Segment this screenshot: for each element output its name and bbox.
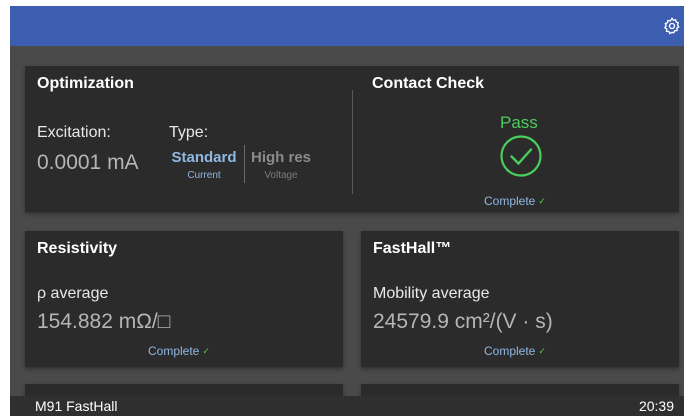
check-circle-icon — [500, 135, 542, 177]
fasthall-status-text: Complete — [484, 344, 536, 358]
contact-check-status: Complete ✓ — [484, 194, 546, 208]
resistivity-status: Complete ✓ — [148, 344, 210, 358]
clock: 20:39 — [638, 398, 674, 414]
contact-check-result: Pass — [500, 113, 538, 132]
type-option-highres-sub: Voltage — [264, 170, 298, 181]
gear-icon[interactable] — [662, 16, 682, 36]
resistivity-value: 154.882 mΩ/□ — [37, 310, 171, 333]
resistivity-title: Resistivity — [37, 240, 118, 257]
fasthall-value: 24579.9 cm²/(V · s) — [373, 310, 553, 333]
type-label: Type: — [169, 124, 209, 141]
fasthall-label: Mobility average — [373, 285, 490, 302]
optimization-card[interactable]: Optimization Excitation: 0.0001 mA Type:… — [25, 66, 679, 212]
check-icon: ✓ — [538, 346, 546, 356]
check-icon: ✓ — [538, 196, 546, 206]
type-option-standard[interactable]: Standard Current — [166, 149, 242, 181]
top-bar — [10, 6, 684, 46]
type-separator — [244, 145, 245, 183]
contact-check-title: Contact Check — [372, 75, 485, 92]
card-divider — [352, 90, 353, 194]
type-option-standard-sub: Current — [187, 170, 221, 181]
resistivity-card[interactable]: Resistivity ρ average 154.882 mΩ/□ Compl… — [25, 231, 343, 367]
resistivity-label: ρ average — [37, 285, 109, 302]
type-option-standard-label: Standard — [171, 149, 237, 166]
status-bar: M91 FastHall 20:39 — [10, 396, 684, 416]
contact-check-status-text: Complete — [484, 194, 536, 208]
check-icon: ✓ — [202, 346, 210, 356]
type-option-highres-label: High res — [250, 149, 311, 166]
type-option-highres[interactable]: High res Voltage — [246, 149, 316, 181]
app-screen: Optimization Excitation: 0.0001 mA Type:… — [10, 6, 684, 416]
fasthall-title: FastHall™ — [373, 240, 452, 257]
fasthall-card[interactable]: FastHall™ Mobility average 24579.9 cm²/(… — [361, 231, 679, 367]
app-name: M91 FastHall — [35, 398, 118, 414]
excitation-value[interactable]: 0.0001 mA — [37, 151, 139, 175]
resistivity-status-text: Complete — [148, 344, 200, 358]
excitation-label: Excitation: — [37, 124, 111, 141]
fasthall-status: Complete ✓ — [484, 344, 546, 358]
optimization-title: Optimization — [37, 75, 134, 92]
